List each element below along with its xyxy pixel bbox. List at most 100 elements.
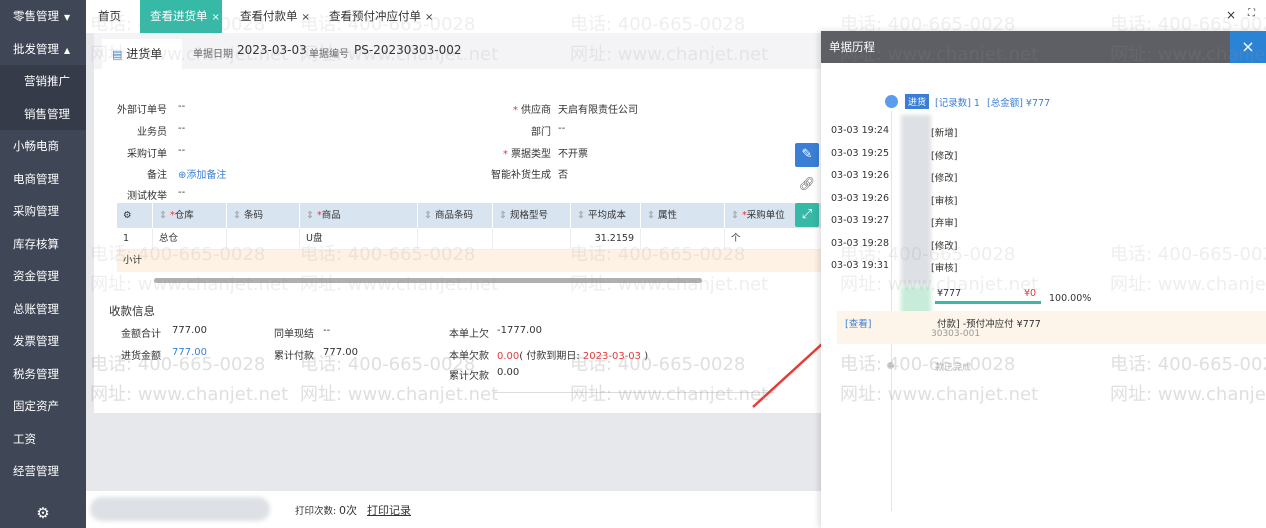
summary-amount: [总金额] ¥777 (987, 98, 1051, 109)
purchase-amount-value[interactable]: 777.00 (172, 347, 207, 358)
sidebar-item[interactable]: 销售管理 (0, 97, 86, 130)
sidebar-item[interactable]: 零售管理 ▼ (0, 0, 86, 33)
panel-header: 单据历程 (821, 31, 1266, 63)
column-header[interactable]: ⇕ 属性 (641, 203, 725, 228)
sidebar-item[interactable]: 税务管理 (0, 358, 86, 391)
sort-icon[interactable]: ⇕ (731, 210, 742, 221)
sidebar-item-label: 税务管理 (13, 366, 59, 381)
sidebar-item[interactable]: 资金管理 (0, 260, 86, 293)
sort-icon[interactable]: ⇕ (424, 210, 435, 221)
salesman-value: -- (178, 123, 186, 134)
tab-home[interactable]: 首页 (88, 0, 131, 33)
horizontal-scrollbar[interactable] (154, 278, 702, 283)
purchase-amount-label: 进货金额 (121, 351, 161, 362)
chevron-up-icon: ▲ (64, 45, 71, 55)
tab-view-payment[interactable]: 查看付款单 × (230, 0, 320, 33)
cell-product[interactable]: U盘 (300, 228, 418, 250)
fullscreen-icon[interactable]: ⛶ (1248, 8, 1255, 19)
sort-icon[interactable]: ⇕ (159, 210, 170, 221)
cumulative-owe-value: 0.00 (497, 367, 520, 378)
due-date: 2023-03-03 (582, 351, 642, 362)
sidebar-item[interactable]: 采购管理 (0, 195, 86, 228)
sort-icon[interactable]: ⇕ (306, 210, 317, 221)
cell-attribute[interactable] (641, 228, 725, 250)
document-history-panel: 单据历程 × 进货 [记录数] 1 [总金额] ¥777 ¥777 ¥0 100… (821, 31, 1266, 528)
total-amount-value: 777.00 (172, 325, 207, 336)
sort-icon[interactable]: ⇕ (577, 210, 588, 221)
doc-date: 2023-03-03 (237, 43, 307, 57)
column-header[interactable]: ⇕ *仓库 (153, 203, 227, 228)
sort-icon[interactable]: ⇕ (647, 210, 658, 221)
doc-type-tab[interactable]: ▤ 进货单 (102, 39, 182, 69)
sidebar-item-label: 电商管理 (13, 171, 59, 186)
salesman-label: 业务员 (137, 127, 167, 138)
grid-settings-icon[interactable]: ⚙ (117, 203, 153, 228)
sidebar: 零售管理 ▼ 批发管理 ▲ 营销推广销售管理 小畅电商电商管理采购管理 库存核算 资金管理 总账… (0, 0, 86, 528)
sidebar-item[interactable]: 电商管理 (0, 163, 86, 196)
po-value: -- (178, 145, 186, 156)
sidebar-item[interactable]: 固定资产 (0, 390, 86, 423)
due-suffix: ) (641, 351, 649, 362)
sidebar-item[interactable]: 小畅电商 (0, 130, 86, 163)
history-time: 03-03 19:31 (831, 260, 890, 271)
notes-icon[interactable]: ✎ (795, 143, 819, 167)
close-icon[interactable]: × (212, 12, 220, 23)
complete-label: 款已完成 (935, 363, 972, 373)
view-link[interactable]: [查看] (845, 316, 871, 330)
print-count-value: 0次 (339, 504, 357, 517)
close-icon[interactable]: × (1230, 31, 1266, 63)
dept-value: -- (558, 123, 566, 134)
summary-records: [记录数] 1 (935, 98, 980, 109)
window-close-icon[interactable]: × (1226, 8, 1236, 22)
close-icon[interactable]: × (302, 12, 310, 23)
cell-spec[interactable] (493, 228, 571, 250)
column-header[interactable]: ⇕ 规格型号 (493, 203, 571, 228)
cell-product-barcode[interactable] (418, 228, 493, 250)
cumulative-payment-label: 累计付款 (274, 351, 314, 362)
tab-view-purchase[interactable]: 查看进货单 × (140, 0, 222, 33)
expand-icon[interactable]: ⤢ (795, 203, 819, 227)
add-remark-link[interactable]: ⊕添加备注 (178, 166, 226, 181)
subtotal-label: 小计 (123, 255, 143, 266)
owe-amount: 0.00 (497, 351, 520, 362)
column-header-label: 商品 (321, 210, 341, 221)
column-header-label: 平均成本 (587, 210, 626, 221)
sidebar-item[interactable]: 库存核算 (0, 228, 86, 261)
sidebar-item[interactable]: 经营管理 (0, 455, 86, 488)
column-header[interactable]: ⇕ 商品条码 (418, 203, 493, 228)
sidebar-item[interactable]: 总账管理 (0, 293, 86, 326)
blurred-region (901, 115, 931, 285)
tab-view-prepay-offset[interactable]: 查看预付冲应付单 × (319, 0, 443, 33)
column-header[interactable]: ⇕ 平均成本 (571, 203, 641, 228)
history-action: [修改] (931, 240, 958, 252)
history-time: 03-03 19:24 (831, 125, 890, 136)
sidebar-menu: 零售管理 ▼ 批发管理 ▲ 营销推广销售管理 小畅电商电商管理采购管理 库存核算 资金管理 总账… (0, 0, 86, 488)
close-icon[interactable]: × (425, 12, 433, 23)
sidebar-item[interactable]: 批发管理 ▲ (0, 33, 86, 66)
remark-label: 备注 (147, 170, 167, 181)
column-header[interactable]: ⇕ 条码 (227, 203, 300, 228)
attachment-icon[interactable]: 🔗︎ (795, 173, 819, 197)
divider (494, 392, 774, 393)
tab-label: 查看进货单 (150, 9, 208, 23)
due-prefix: ( 付款到期日: (519, 351, 583, 362)
sidebar-item[interactable]: 发票管理 (0, 325, 86, 358)
doc-no: PS-20230303-002 (354, 43, 462, 57)
column-header[interactable]: ⇕ *商品 (300, 203, 418, 228)
supplier-value[interactable]: 天启有限责任公司 (558, 101, 638, 116)
sidebar-item-label: 营销推广 (24, 74, 70, 88)
gear-icon[interactable]: ⚙ (0, 498, 86, 528)
cell-barcode[interactable] (227, 228, 300, 250)
print-record-link[interactable]: 打印记录 (367, 502, 411, 518)
sort-icon[interactable]: ⇕ (233, 210, 244, 221)
sidebar-item-label: 发票管理 (13, 334, 59, 348)
sidebar-item[interactable]: 工资 (0, 423, 86, 456)
invoice-type-value[interactable]: 不开票 (558, 145, 588, 160)
ext-order-value: -- (178, 101, 186, 112)
sidebar-item[interactable]: 营销推广 (0, 65, 86, 98)
sort-icon[interactable]: ⇕ (499, 210, 510, 221)
linked-doc-row (837, 311, 1266, 344)
cell-warehouse[interactable]: 总仓 (153, 228, 227, 250)
column-header-label: 商品条码 (434, 210, 473, 221)
owe-value: 0.00( 付款到期日: 2023-03-03 ) (497, 347, 648, 362)
